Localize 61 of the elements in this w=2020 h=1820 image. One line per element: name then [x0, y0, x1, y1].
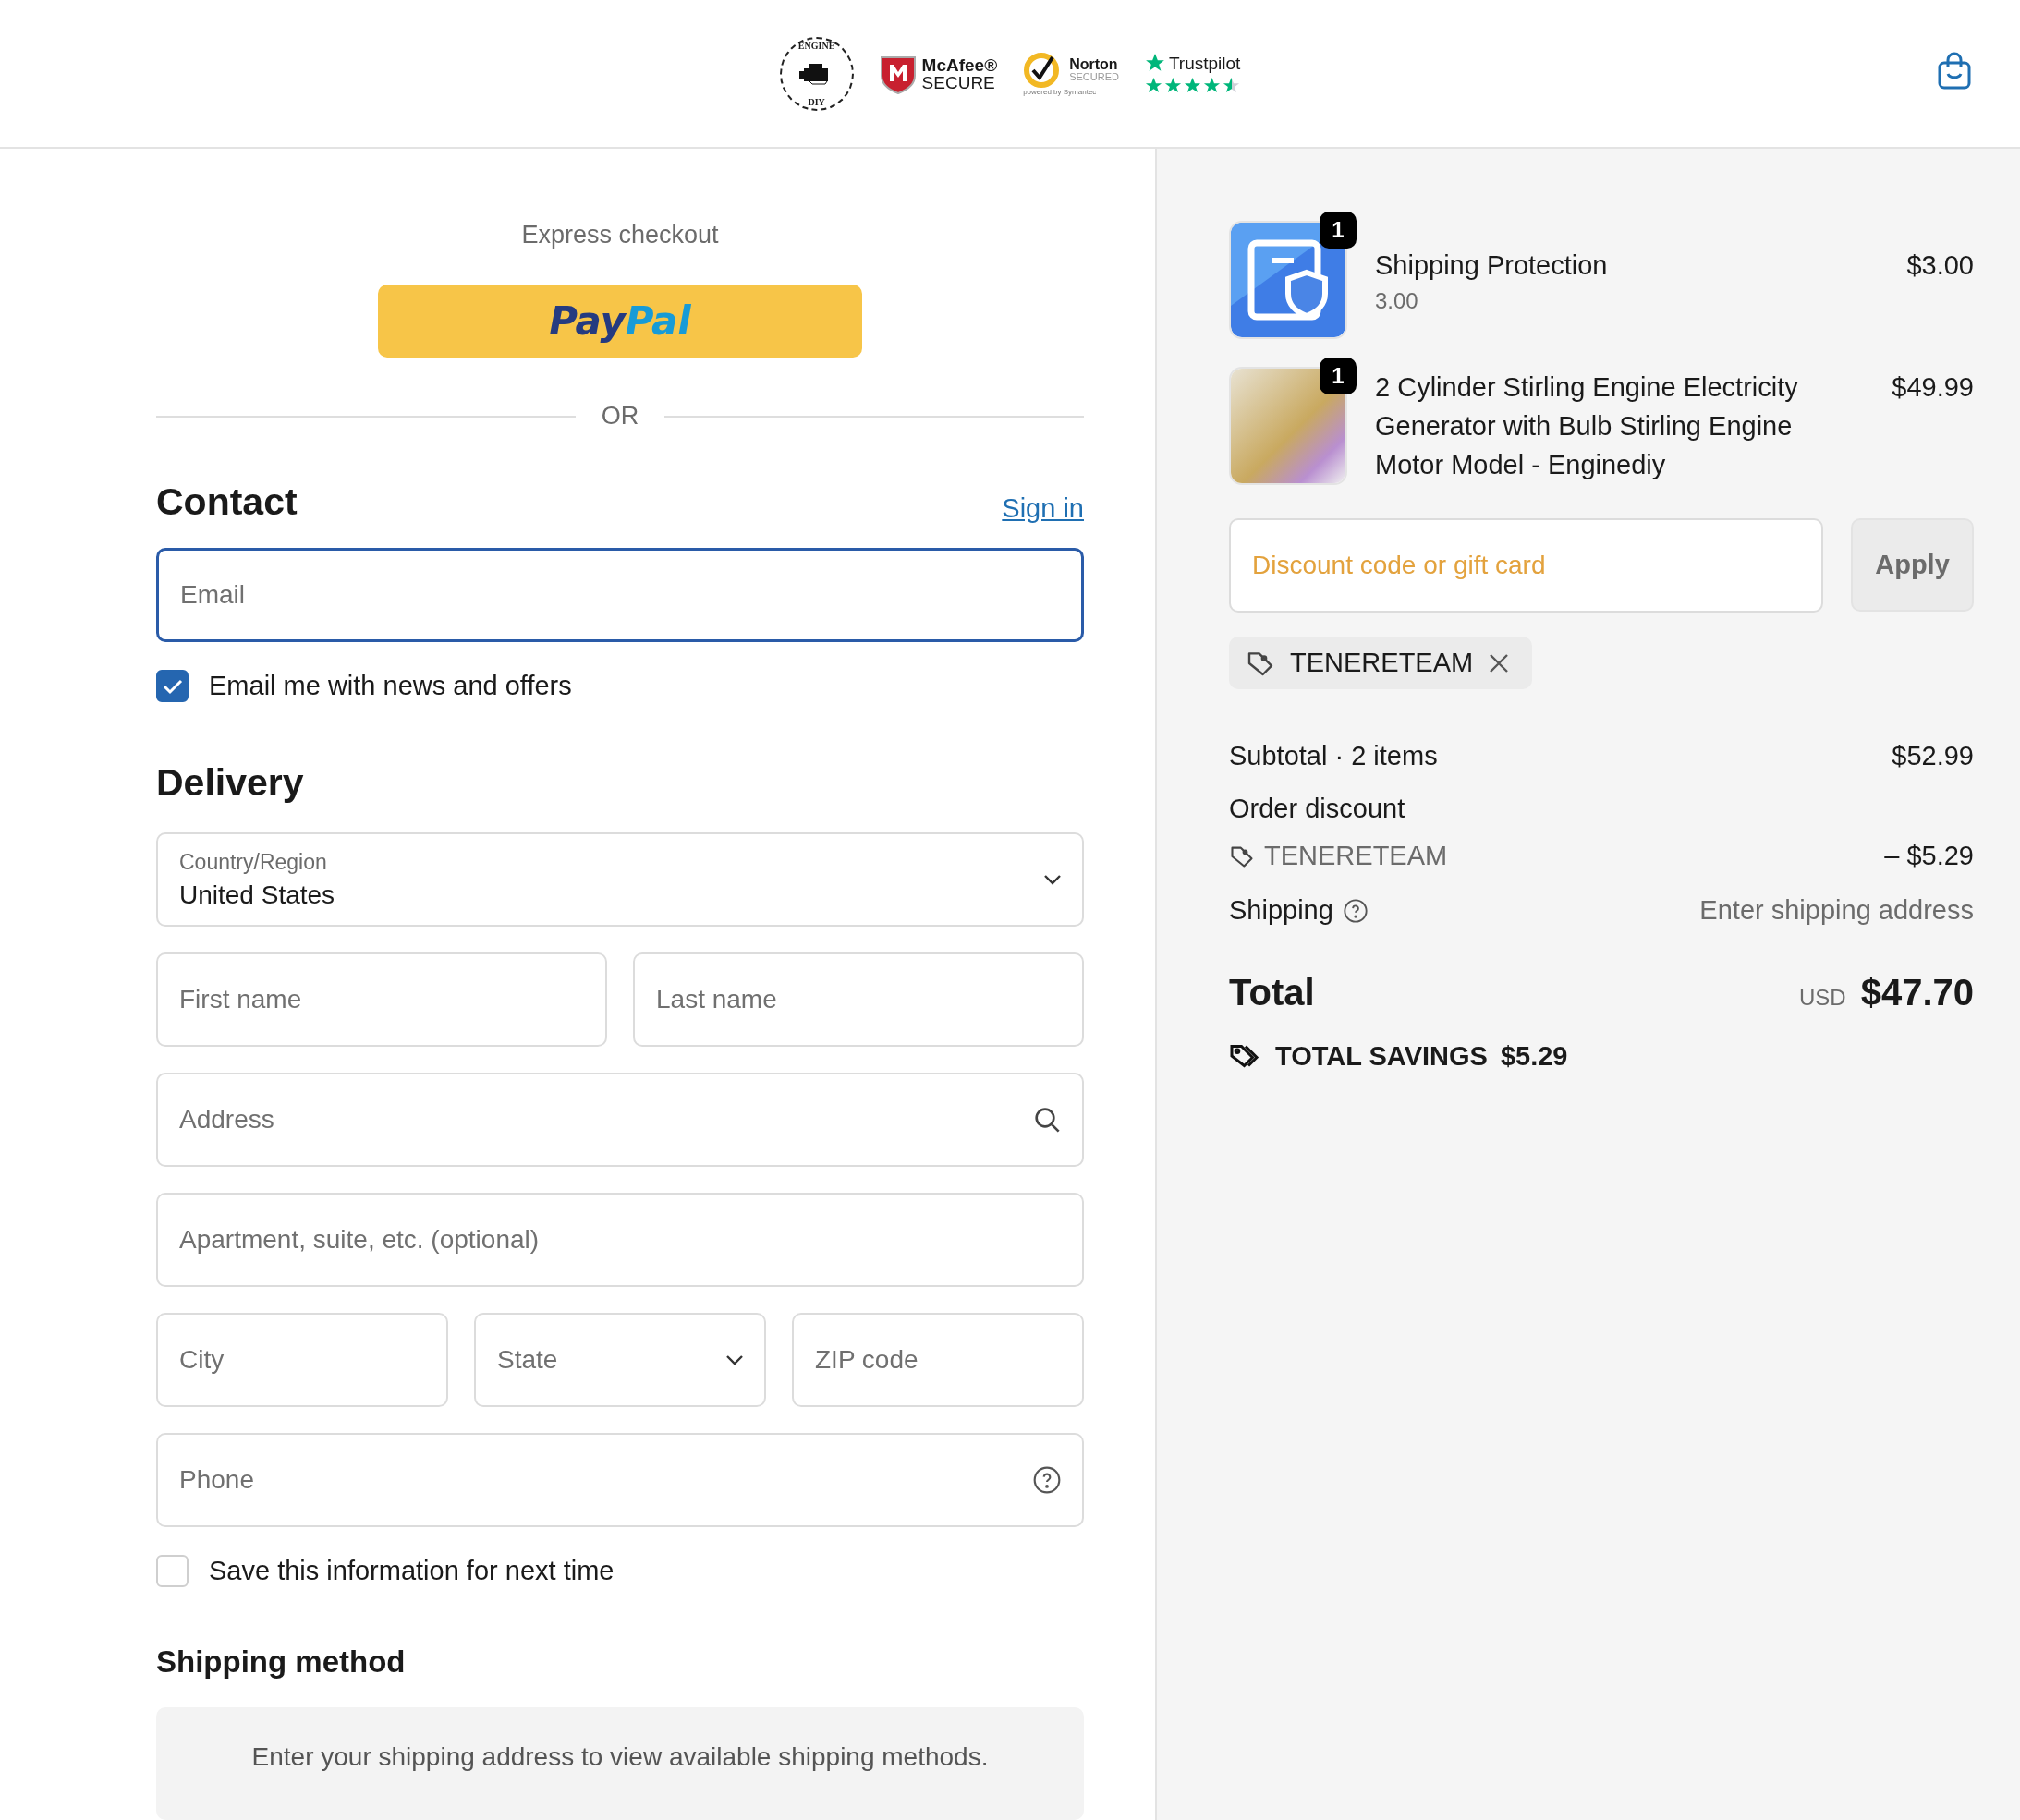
paypal-button[interactable]: PayPal [378, 285, 862, 358]
star-icon [1144, 77, 1162, 94]
total-savings-value: $5.29 [1500, 1040, 1568, 1072]
express-checkout-title: Express checkout [520, 221, 720, 249]
field-value: United States [179, 880, 336, 910]
shipping-label: Shipping [1229, 895, 1333, 926]
checkbox-label: Email me with news and offers [209, 671, 572, 702]
quantity-badge: 1 [1320, 358, 1357, 394]
chevron-down-icon [725, 1354, 744, 1366]
close-icon[interactable] [1488, 651, 1511, 674]
mcafee-secure-badge: McAfee® SECURE [879, 53, 998, 94]
total-value: $47.70 [1860, 972, 1974, 1013]
check-icon [162, 677, 183, 695]
star-logo-icon [1144, 53, 1165, 73]
input-field[interactable]: Address [156, 1073, 1084, 1168]
field-label: Country/Region [179, 849, 328, 875]
product-name: 2 Cylinder Stirling Engine Electricity Generator with Bulb Stirling Engine Motor Model - Enginediy [1375, 371, 1799, 481]
input-field[interactable]: Last name [633, 952, 1084, 1048]
total-savings-label: TOTAL SAVINGS [1275, 1040, 1488, 1072]
half-star-icon [1222, 77, 1240, 94]
total-label: Total [1229, 972, 1315, 1013]
subtotal-value: $52.99 [1892, 741, 1974, 771]
input-field[interactable]: ZIP code [792, 1313, 1084, 1408]
help-icon [1032, 1465, 1062, 1496]
shipping-notice: Enter your shipping address to view available shipping methods. [156, 1707, 1084, 1820]
product-variant: 3.00 [1375, 288, 1419, 314]
product-price: $3.00 [1906, 249, 1974, 282]
order-discount-label: Order discount [1229, 794, 1405, 824]
input-field[interactable]: Phone [156, 1433, 1084, 1528]
apply-button[interactable]: Apply [1851, 518, 1974, 612]
section-heading: Delivery [156, 761, 305, 806]
help-icon [1342, 897, 1369, 924]
chevron-down-icon [1043, 874, 1062, 886]
norton-secured-badge: Norton SECURED powered by Symantec [1023, 51, 1119, 96]
shipping-value: Enter shipping address [1699, 895, 1974, 926]
select-field[interactable]: State [474, 1313, 766, 1408]
input-field[interactable]: First name [156, 952, 607, 1048]
currency-code: USD [1799, 985, 1846, 1011]
checkbox[interactable] [156, 670, 189, 703]
discount-code: TENERETEAM [1290, 648, 1474, 678]
engine-logo: ENGINE DIY [779, 36, 854, 111]
discount-value: – $5.29 [1884, 841, 1974, 871]
section-heading: Contact [156, 480, 298, 525]
subtotal-label: Subtotal · 2 items [1229, 741, 1438, 771]
select-field[interactable]: Country/Region United States [156, 832, 1084, 928]
star-icon [1163, 77, 1182, 94]
star-icon [1202, 77, 1221, 94]
section-heading: Shipping method [156, 1644, 407, 1680]
divider-label: OR [601, 402, 639, 431]
trustpilot-logo: Trustpilot [1168, 54, 1241, 72]
input-field[interactable]: City [156, 1313, 448, 1408]
input-field[interactable]: Apartment, suite, etc. (optional) [156, 1193, 1084, 1288]
product-name: Shipping Protection [1375, 249, 1609, 282]
field-placeholder: State [497, 1345, 559, 1376]
quantity-badge: 1 [1320, 212, 1357, 249]
email-field[interactable]: Email [156, 548, 1084, 643]
product-price: $49.99 [1892, 371, 1974, 404]
star-icon [1183, 77, 1201, 94]
sign-in-link[interactable]: Sign in [1002, 493, 1084, 525]
checkbox-label: Save this information for next time [209, 1556, 615, 1587]
discount-code: TENERETEAM [1264, 841, 1448, 871]
